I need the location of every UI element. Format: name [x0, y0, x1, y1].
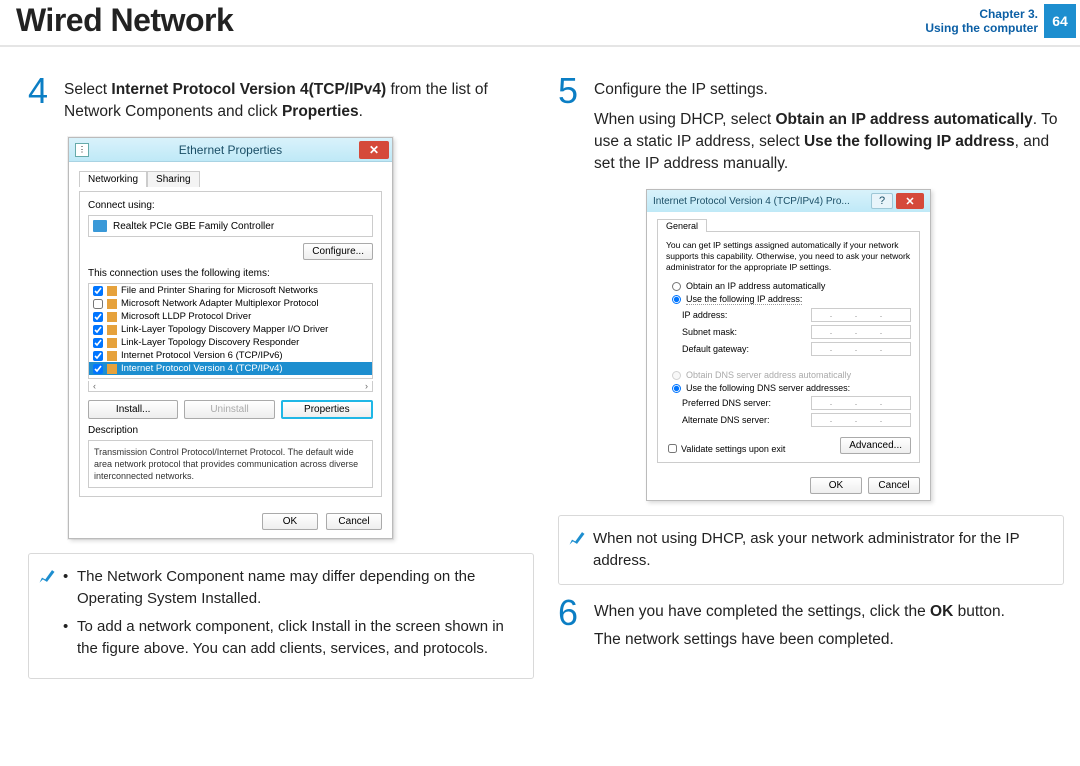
scroll-left-icon[interactable]: ‹: [93, 381, 96, 391]
step-number: 5: [558, 75, 586, 175]
advanced-button[interactable]: Advanced...: [840, 437, 911, 454]
properties-button[interactable]: Properties: [281, 400, 373, 419]
ok-button[interactable]: OK: [262, 513, 318, 530]
ip-input[interactable]: . . .: [811, 308, 911, 322]
adapter-name: Realtek PCIe GBE Family Controller: [113, 221, 274, 232]
close-icon[interactable]: ✕: [896, 193, 924, 209]
intro-text: You can get IP settings assigned automat…: [666, 240, 911, 273]
step-5: 5 Configure the IP settings. When using …: [558, 75, 1064, 175]
field-default-gateway: Default gateway:. . .: [682, 342, 911, 356]
page-number-badge: 64: [1044, 4, 1076, 38]
uninstall-button[interactable]: Uninstall: [184, 400, 274, 419]
validate-checkbox[interactable]: Validate settings upon exit: [668, 444, 785, 454]
chapter-info: Chapter 3. Using the computer: [925, 7, 1038, 35]
step-6: 6 When you have completed the settings, …: [558, 597, 1064, 651]
component-icon: [107, 351, 117, 361]
right-column: 5 Configure the IP settings. When using …: [558, 75, 1064, 679]
step-text: When you have completed the settings, cl…: [594, 597, 1005, 651]
note-bullet: The Network Component name may differ de…: [63, 566, 521, 610]
tab-networking[interactable]: Networking: [79, 171, 147, 187]
list-item[interactable]: Link-Layer Topology Discovery Responder: [89, 336, 372, 349]
tab-sharing[interactable]: Sharing: [147, 171, 199, 187]
window-titlebar: ⋮ Ethernet Properties ✕: [69, 138, 392, 162]
note-bullets: The Network Component name may differ de…: [63, 566, 521, 666]
list-item[interactable]: Microsoft LLDP Protocol Driver: [89, 310, 372, 323]
components-listbox[interactable]: File and Printer Sharing for Microsoft N…: [88, 283, 373, 379]
field-subnet-mask: Subnet mask:. . .: [682, 325, 911, 339]
window-title: Ethernet Properties: [179, 143, 282, 157]
help-icon[interactable]: ?: [871, 193, 893, 209]
page-header: Wired Network Chapter 3. Using the compu…: [0, 0, 1080, 47]
step-number: 4: [28, 75, 56, 123]
tab-general[interactable]: General: [657, 219, 707, 232]
page-title: Wired Network: [16, 2, 233, 39]
radio-obtain-dns: Obtain DNS server address automatically: [672, 370, 911, 380]
ethernet-properties-window: ⋮ Ethernet Properties ✕ Networking Shari…: [68, 137, 393, 539]
configure-button[interactable]: Configure...: [303, 243, 373, 260]
close-icon[interactable]: ✕: [359, 141, 389, 159]
chapter-sub: Using the computer: [925, 21, 1038, 35]
note-left: The Network Component name may differ de…: [28, 553, 534, 679]
step-4: 4 Select Internet Protocol Version 4(TCP…: [28, 75, 534, 123]
step-number: 6: [558, 597, 586, 651]
component-icon: [107, 364, 117, 374]
note-right: When not using DHCP, ask your network ad…: [558, 515, 1064, 585]
field-preferred-dns: Preferred DNS server:. . .: [682, 396, 911, 410]
list-item[interactable]: File and Printer Sharing for Microsoft N…: [89, 284, 372, 297]
radio-obtain-ip[interactable]: Obtain an IP address automatically: [672, 281, 911, 291]
field-alternate-dns: Alternate DNS server:. . .: [682, 413, 911, 427]
cancel-button[interactable]: Cancel: [868, 477, 920, 494]
scroll-right-icon[interactable]: ›: [365, 381, 368, 391]
note-text: When not using DHCP, ask your network ad…: [593, 528, 1051, 572]
list-item[interactable]: Internet Protocol Version 6 (TCP/IPv6): [89, 349, 372, 362]
chapter-label: Chapter 3.: [925, 7, 1038, 21]
note-icon: [567, 528, 587, 548]
header-right: Chapter 3. Using the computer 64: [925, 4, 1080, 38]
pdns-input[interactable]: . . .: [811, 396, 911, 410]
radio-use-ip[interactable]: Use the following IP address:: [672, 294, 911, 305]
window-titlebar: Internet Protocol Version 4 (TCP/IPv4) P…: [647, 190, 930, 212]
window-icon: ⋮: [75, 143, 89, 157]
subnet-input[interactable]: . . .: [811, 325, 911, 339]
radio-use-dns[interactable]: Use the following DNS server addresses:: [672, 383, 911, 393]
component-icon: [107, 338, 117, 348]
description-label: Description: [88, 425, 373, 436]
gateway-input[interactable]: . . .: [811, 342, 911, 356]
note-bullet: To add a network component, click Instal…: [63, 616, 521, 660]
component-icon: [107, 299, 117, 309]
connect-using-label: Connect using:: [88, 200, 373, 211]
cancel-button[interactable]: Cancel: [326, 513, 382, 530]
list-item[interactable]: Link-Layer Topology Discovery Mapper I/O…: [89, 323, 372, 336]
left-column: 4 Select Internet Protocol Version 4(TCP…: [28, 75, 534, 679]
list-item[interactable]: Microsoft Network Adapter Multiplexor Pr…: [89, 297, 372, 310]
window-title: Internet Protocol Version 4 (TCP/IPv4) P…: [653, 196, 871, 207]
install-button[interactable]: Install...: [88, 400, 178, 419]
step-text: Select Internet Protocol Version 4(TCP/I…: [64, 75, 534, 123]
ok-button[interactable]: OK: [810, 477, 862, 494]
uses-items-label: This connection uses the following items…: [88, 268, 373, 279]
note-icon: [37, 566, 57, 586]
adns-input[interactable]: . . .: [811, 413, 911, 427]
adapter-field: Realtek PCIe GBE Family Controller: [88, 215, 373, 237]
step-text: Configure the IP settings. When using DH…: [594, 75, 1064, 175]
ipv4-properties-window: Internet Protocol Version 4 (TCP/IPv4) P…: [646, 189, 931, 501]
adapter-icon: [93, 220, 107, 232]
component-icon: [107, 312, 117, 322]
component-icon: [107, 286, 117, 296]
horizontal-scrollbar[interactable]: ‹›: [88, 381, 373, 392]
tab-strip: Networking Sharing: [79, 170, 382, 186]
field-ip-address: IP address:. . .: [682, 308, 911, 322]
list-item-selected[interactable]: Internet Protocol Version 4 (TCP/IPv4): [89, 362, 372, 375]
description-text: Transmission Control Protocol/Internet P…: [88, 440, 373, 488]
component-icon: [107, 325, 117, 335]
